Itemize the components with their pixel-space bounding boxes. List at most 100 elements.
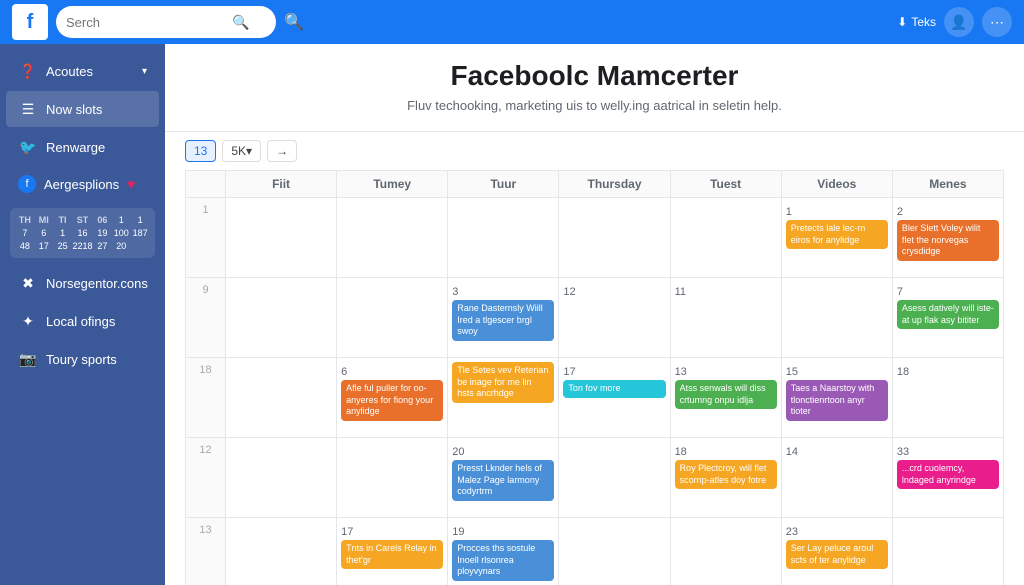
cal-cell-w3d5[interactable]: 13 Atss senwals will diss crtumng onpu i… [671,358,782,438]
cal-day[interactable]: 17 [35,240,53,252]
cal-cell-w1d6[interactable]: 1 Pretects lale lec-rn eiros for anylidg… [782,198,893,278]
cal-day[interactable]: 7 [16,227,34,239]
fb-mini-icon: f [18,175,36,193]
cal-cell-w2d5[interactable]: 11 [671,278,782,358]
event-w4d5[interactable]: Roy Plectcroy, will flet scornp-atles do… [675,460,777,489]
sidebar-item-aergesplions[interactable]: f Aergesplions ♥ [6,167,159,201]
cal-header-st: ST [72,214,92,226]
sidebar-item-local-ofings[interactable]: ✦ Local ofings [6,303,159,339]
cal-cell-w4d3[interactable]: 20 Presst Lknder hels of Malez Page larm… [448,438,559,518]
cal-cell-w1d2[interactable] [337,198,448,278]
page-subtitle: Fluv techooking, marketing uis to welly.… [185,98,1004,113]
sidebar-item-renwarge[interactable]: 🐦 Renwarge [6,129,159,165]
cal-cell-w2d2[interactable] [337,278,448,358]
event-w5d2[interactable]: Tnts in Carels Relay in thet'gr [341,540,443,569]
event-w3d6[interactable]: Taes a Naarstoy with tlonctienrtoon anyr… [786,380,888,421]
event-w3d3[interactable]: Tle Setes vev Reterian be inage for me l… [452,362,554,403]
cal-cell-w1d4[interactable] [559,198,670,278]
sidebar-item-norsegentor[interactable]: ✖ Norsegentor.cons [6,265,159,301]
user-icon-circle[interactable]: 👤 [944,7,974,37]
download-icon: ⬇ [897,15,907,29]
cal-cell-w4d2[interactable] [337,438,448,518]
top-navigation: f 🔍 🔍 ⬇ Teks 👤 ⋯ [0,0,1024,44]
norsegentor-label: Norsegentor.cons [46,276,148,291]
teks-nav-item[interactable]: ⬇ Teks [897,15,936,29]
cal-day[interactable]: 2218 [72,240,92,252]
event-w5d6[interactable]: Ser Lay peluce aroul scts of ter anylidg… [786,540,888,569]
control-btn-5k[interactable]: 5K▾ [222,140,261,162]
cal-col-tumey: Tumey [337,171,448,198]
facebook-logo: f [12,4,48,40]
event-w2d3[interactable]: Rane Dasternsly Wiill Ired a tlgescer br… [452,300,554,341]
cal-week-header [186,171,226,198]
cal-cell-w5d4[interactable] [559,518,670,585]
menu-icon: ☰ [18,99,38,119]
cal-day[interactable]: 187 [131,227,149,239]
control-btn-arrow[interactable]: → [267,140,297,162]
cal-cell-w4d7[interactable]: 33 ...crd cuolemcy, lndaged anyrindge [893,438,1004,518]
cal-cell-w4d4[interactable] [559,438,670,518]
cal-cell-w5d6[interactable]: 23 Ser Lay peluce aroul scts of ter anyl… [782,518,893,585]
cal-day[interactable]: 100 [112,227,130,239]
control-btn-13[interactable]: 13 [185,140,216,162]
cal-cell-w3d1[interactable] [226,358,337,438]
question-icon: ❓ [18,61,38,81]
cal-day[interactable]: 1 [112,214,130,226]
cal-cell-w5d7[interactable] [893,518,1004,585]
cal-day[interactable]: 27 [94,240,112,252]
cal-cell-w3d4[interactable]: 17 Ton fov more [559,358,670,438]
cal-cell-w3d7[interactable]: 18 [893,358,1004,438]
event-w3d4[interactable]: Ton fov more [563,380,665,398]
main-layout: ❓ Acoutes ▾ ☰ Now slots 🐦 Renwarge f Aer… [0,44,1024,585]
cal-day[interactable]: 25 [54,240,72,252]
cal-col-tuest: Tuest [671,171,782,198]
event-w4d3[interactable]: Presst Lknder hels of Malez Page larmony… [452,460,554,501]
event-w4d7[interactable]: ...crd cuolemcy, lndaged anyrindge [897,460,999,489]
cal-cell-w3d6[interactable]: 15 Taes a Naarstoy with tlonctienrtoon a… [782,358,893,438]
search-input[interactable] [66,15,226,30]
event-w2d7[interactable]: Asess datively will iste-at up flak asy … [897,300,999,329]
cal-cell-w2d4[interactable]: 12 [559,278,670,358]
event-w1d7[interactable]: Bler Slett Voley wilit flet the norvegas… [897,220,999,261]
cal-cell-w5d5[interactable] [671,518,782,585]
sidebar-item-acouttes[interactable]: ❓ Acoutes ▾ [6,53,159,89]
cal-day[interactable]: 6 [35,227,53,239]
search-button[interactable]: 🔍 [232,14,249,31]
event-w5d3[interactable]: Procces ths sostule Inoell rlsonrea ploy… [452,540,554,581]
cal-cell-w1d1[interactable] [226,198,337,278]
cal-day[interactable]: 48 [16,240,34,252]
cal-cell-w4d1[interactable] [226,438,337,518]
cal-cell-w5d2[interactable]: 17 Tnts in Carels Relay in thet'gr [337,518,448,585]
mini-calendar: TH MI TI ST 06 1 1 7 6 1 16 19 100 187 4… [10,208,155,258]
cal-day[interactable]: 19 [94,227,112,239]
search-bar[interactable]: 🔍 [56,6,276,38]
cal-day[interactable]: 1 [54,227,72,239]
more-options-icon[interactable]: ⋯ [982,7,1012,37]
cal-cell-w2d3[interactable]: 3 Rane Dasternsly Wiill Ired a tlgescer … [448,278,559,358]
cal-cell-w5d3[interactable]: 19 Procces ths sostule Inoell rlsonrea p… [448,518,559,585]
cal-cell-w3d2[interactable]: 6 Afle ful puller for oo-anyeres for fio… [337,358,448,438]
cal-cell-w2d1[interactable] [226,278,337,358]
cal-cell-w5d1[interactable] [226,518,337,585]
cal-day[interactable]: 16 [72,227,92,239]
cal-cell-w3d3[interactable]: Tle Setes vev Reterian be inage for me l… [448,358,559,438]
cal-cell-w4d5[interactable]: 18 Roy Plectcroy, will flet scornp-atles… [671,438,782,518]
cal-day[interactable]: 1 [131,214,149,226]
star-icon: ✦ [18,311,38,331]
sidebar-item-toury-sports[interactable]: 📷 Toury sports [6,341,159,377]
event-w3d5[interactable]: Atss senwals will diss crtumng onpu idlj… [675,380,777,409]
cal-cell-w4d6[interactable]: 14 [782,438,893,518]
cal-day[interactable]: 20 [112,240,130,252]
cal-cell-w1d3[interactable] [448,198,559,278]
renwarge-label: Renwarge [46,140,105,155]
event-w1d6[interactable]: Pretects lale lec-rn eiros for anylidge [786,220,888,249]
cal-cell-w1d7[interactable]: 2 Bler Slett Voley wilit flet the norveg… [893,198,1004,278]
week-num-18: 18 [186,358,226,438]
search-expand-icon[interactable]: 🔍 [284,12,304,32]
event-w3d2[interactable]: Afle ful puller for oo-anyeres for fiong… [341,380,443,421]
sidebar-item-now-slots[interactable]: ☰ Now slots [6,91,159,127]
x-icon: ✖ [18,273,38,293]
cal-cell-w2d6[interactable] [782,278,893,358]
cal-cell-w2d7[interactable]: 7 Asess datively will iste-at up flak as… [893,278,1004,358]
cal-cell-w1d5[interactable] [671,198,782,278]
